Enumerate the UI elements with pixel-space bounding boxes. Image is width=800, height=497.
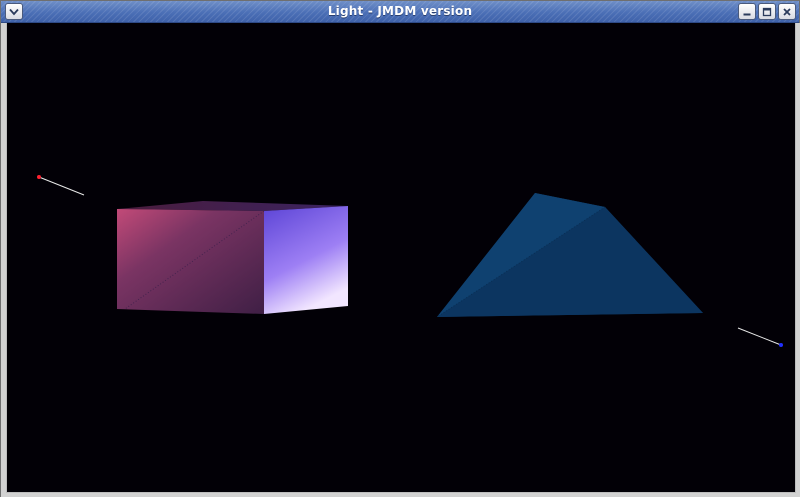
cube-object xyxy=(117,201,348,314)
cube-front-face xyxy=(117,209,264,314)
minimize-icon xyxy=(743,13,751,15)
left-light-point xyxy=(37,175,41,179)
right-light-ray xyxy=(737,327,782,346)
app-window: Light - JMDM version xyxy=(0,0,800,497)
scene-svg xyxy=(37,175,783,347)
left-light-source xyxy=(37,175,85,196)
close-icon xyxy=(783,7,791,16)
close-button[interactable] xyxy=(778,3,796,20)
maximize-icon xyxy=(762,7,772,16)
right-light-source xyxy=(737,327,783,347)
maximize-button[interactable] xyxy=(758,3,776,20)
render-canvas[interactable] xyxy=(6,23,796,493)
left-light-ray xyxy=(38,176,85,196)
window-title: Light - JMDM version xyxy=(327,4,473,18)
pyramid-object xyxy=(436,193,703,318)
title-bar[interactable]: Light - JMDM version xyxy=(1,1,799,23)
minimize-button[interactable] xyxy=(738,3,756,20)
cube-side-face xyxy=(264,206,348,314)
right-light-point xyxy=(779,343,783,347)
